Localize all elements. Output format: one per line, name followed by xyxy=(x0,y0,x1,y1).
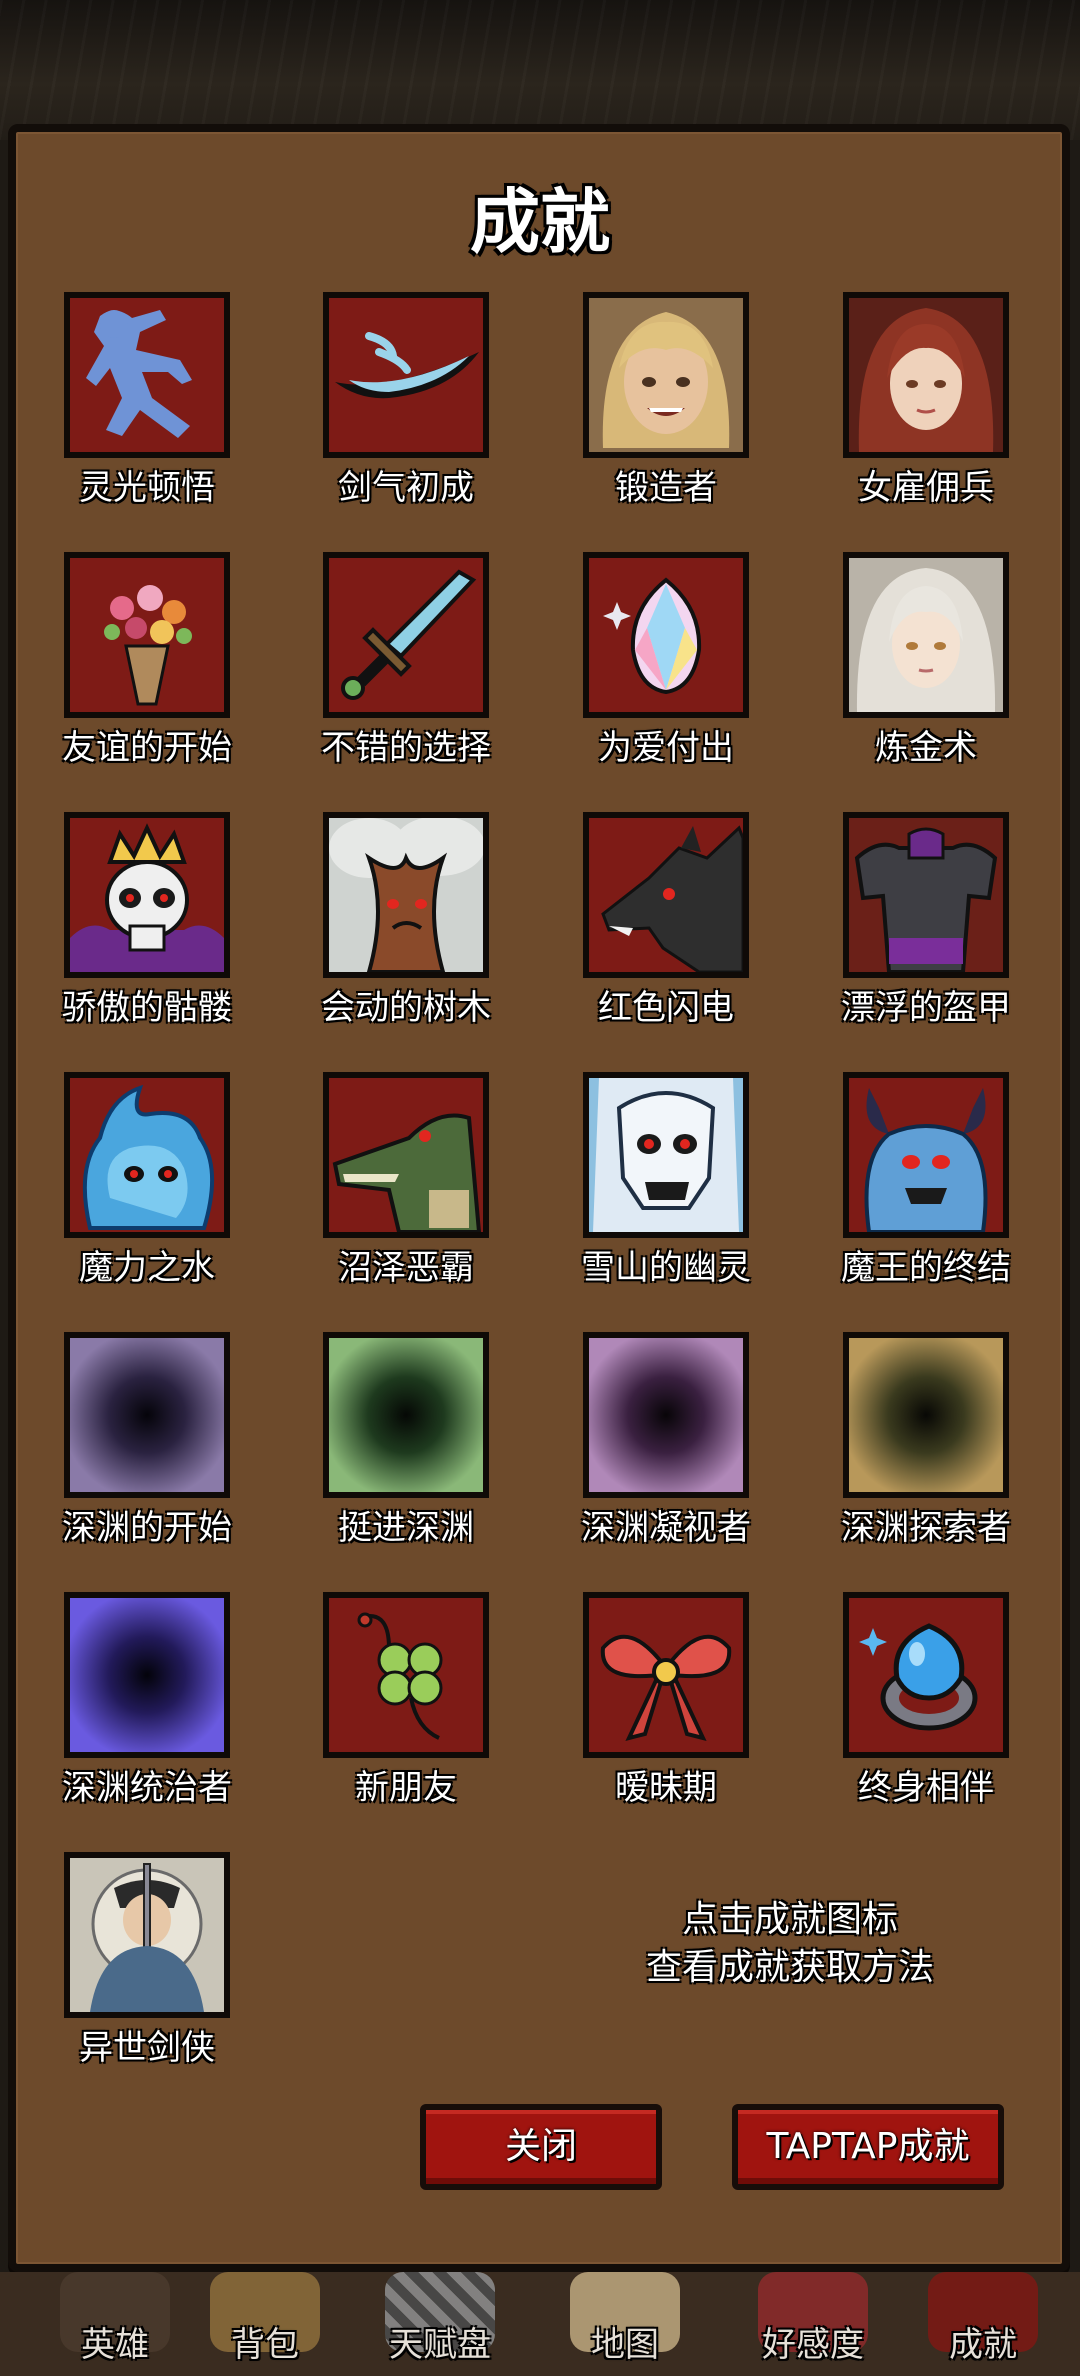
achievement-label: 为爱付出 xyxy=(598,728,734,768)
achievement-item[interactable]: 魔力之水 xyxy=(0,1072,260,1332)
achievement-item[interactable]: 红色闪电 xyxy=(519,812,779,1072)
crowned-skull-icon[interactable] xyxy=(64,812,230,978)
demon-king-icon[interactable] xyxy=(843,1072,1009,1238)
hint-text: 点击成就图标 查看成就获取方法 xyxy=(590,1896,990,1992)
abyss-portal-purple-icon[interactable] xyxy=(64,1332,230,1498)
tab-label: 地图 xyxy=(591,2325,659,2365)
achievement-label: 终身相伴 xyxy=(858,1768,994,1808)
abyss-portal-olive-icon[interactable] xyxy=(843,1332,1009,1498)
achievement-item[interactable]: 剑气初成 xyxy=(259,292,519,552)
achievement-label: 女雇佣兵 xyxy=(858,468,994,508)
achievement-label: 红色闪电 xyxy=(598,988,734,1028)
tab-map[interactable]: 地图 xyxy=(540,2272,710,2376)
achievement-label: 友谊的开始 xyxy=(62,728,232,768)
achievement-item[interactable]: 沼泽恶霸 xyxy=(259,1072,519,1332)
sword-wave-icon[interactable] xyxy=(323,292,489,458)
achievement-label: 深渊探索者 xyxy=(841,1508,1011,1548)
achievement-label: 新朋友 xyxy=(355,1768,457,1808)
floating-armor-icon[interactable] xyxy=(843,812,1009,978)
achievement-item[interactable]: 深渊凝视者 xyxy=(519,1332,779,1592)
achievement-item[interactable]: 锻造者 xyxy=(519,292,779,552)
achievement-label: 锻造者 xyxy=(615,468,717,508)
abyss-portal-violet-icon[interactable] xyxy=(583,1332,749,1498)
achievement-item[interactable]: 女雇佣兵 xyxy=(779,292,1039,552)
achievement-item[interactable]: 深渊的开始 xyxy=(0,1332,260,1592)
rainbow-crystal-icon[interactable] xyxy=(583,552,749,718)
achievement-item[interactable]: 漂浮的盔甲 xyxy=(779,812,1039,1072)
achievement-label: 漂浮的盔甲 xyxy=(841,988,1011,1028)
background-banner xyxy=(0,0,1080,140)
achievement-item[interactable]: 终身相伴 xyxy=(779,1592,1039,1852)
hint-line: 点击成就图标 xyxy=(681,1899,898,1940)
hint-line: 查看成就获取方法 xyxy=(645,1947,934,1988)
achievement-item[interactable]: 雪山的幽灵 xyxy=(519,1072,779,1332)
bottom-nav: 英雄 背包 天赋盘 地图 好感度 成就 xyxy=(0,2272,1080,2376)
tab-label: 背包 xyxy=(231,2325,299,2365)
four-leaf-clover-icon[interactable] xyxy=(323,1592,489,1758)
steel-sword-icon[interactable] xyxy=(323,552,489,718)
achievement-label: 灵光顿悟 xyxy=(79,468,215,508)
blue-gem-ring-icon[interactable] xyxy=(843,1592,1009,1758)
tab-label: 成就 xyxy=(949,2325,1017,2365)
abyss-portal-green-icon[interactable] xyxy=(323,1332,489,1498)
achievement-item[interactable]: 魔王的终结 xyxy=(779,1072,1039,1332)
achievement-item[interactable]: 异世剑侠 xyxy=(0,1852,260,2112)
swordsman-portrait[interactable] xyxy=(64,1852,230,2018)
crocodile-icon[interactable] xyxy=(323,1072,489,1238)
flower-bouquet-icon[interactable] xyxy=(64,552,230,718)
silver-haired-woman-portrait[interactable] xyxy=(843,552,1009,718)
achievement-item[interactable]: 深渊统治者 xyxy=(0,1592,260,1852)
achievement-label: 魔王的终结 xyxy=(841,1248,1011,1288)
achievement-item[interactable]: 深渊探索者 xyxy=(779,1332,1039,1592)
achievement-label: 异世剑侠 xyxy=(79,2028,215,2068)
tab-talent-board[interactable]: 天赋盘 xyxy=(355,2272,525,2376)
red-haired-woman-portrait[interactable] xyxy=(843,292,1009,458)
red-bow-icon[interactable] xyxy=(583,1592,749,1758)
achievement-item[interactable]: 新朋友 xyxy=(259,1592,519,1852)
achievement-item[interactable]: 不错的选择 xyxy=(259,552,519,812)
tab-label: 英雄 xyxy=(81,2325,149,2365)
achievement-label: 沼泽恶霸 xyxy=(338,1248,474,1288)
achievement-label: 骄傲的骷髅 xyxy=(62,988,232,1028)
achievement-label: 深渊凝视者 xyxy=(581,1508,751,1548)
achievement-item[interactable]: 友谊的开始 xyxy=(0,552,260,812)
tab-label: 天赋盘 xyxy=(389,2325,491,2365)
tab-label: 好感度 xyxy=(762,2325,864,2365)
achievement-item[interactable]: 暧昧期 xyxy=(519,1592,779,1852)
tab-affection[interactable]: 好感度 xyxy=(728,2272,898,2376)
achievement-item[interactable]: 灵光顿悟 xyxy=(0,292,260,552)
black-wolf-icon[interactable] xyxy=(583,812,749,978)
achievement-item[interactable]: 会动的树木 xyxy=(259,812,519,1072)
achievement-label: 暧昧期 xyxy=(615,1768,717,1808)
abyss-portal-blue-icon[interactable] xyxy=(64,1592,230,1758)
taptap-achievements-button[interactable]: TAPTAP成就 xyxy=(732,2104,1004,2190)
achievement-label: 深渊的开始 xyxy=(62,1508,232,1548)
achievement-item[interactable]: 骄傲的骷髅 xyxy=(0,812,260,1072)
tab-bag[interactable]: 背包 xyxy=(180,2272,350,2376)
achievement-label: 炼金术 xyxy=(875,728,977,768)
achievement-label: 挺进深渊 xyxy=(338,1508,474,1548)
achievement-item[interactable]: 炼金术 xyxy=(779,552,1039,812)
achievement-item[interactable]: 挺进深渊 xyxy=(259,1332,519,1592)
living-tree-icon[interactable] xyxy=(323,812,489,978)
blonde-hero-portrait[interactable] xyxy=(583,292,749,458)
close-button[interactable]: 关闭 xyxy=(420,2104,662,2190)
achievement-label: 会动的树木 xyxy=(321,988,491,1028)
water-spirit-icon[interactable] xyxy=(64,1072,230,1238)
page-title: 成就 xyxy=(470,181,610,263)
achievement-label: 不错的选择 xyxy=(321,728,491,768)
achievement-label: 雪山的幽灵 xyxy=(581,1248,751,1288)
fighter-silhouette-icon[interactable] xyxy=(64,292,230,458)
tab-hero[interactable]: 英雄 xyxy=(30,2272,200,2376)
achievement-item[interactable]: 为爱付出 xyxy=(519,552,779,812)
snow-ghost-icon[interactable] xyxy=(583,1072,749,1238)
tab-achievement[interactable]: 成就 xyxy=(898,2272,1068,2376)
achievement-label: 剑气初成 xyxy=(338,468,474,508)
achievement-label: 魔力之水 xyxy=(79,1248,215,1288)
achievement-label: 深渊统治者 xyxy=(62,1768,232,1808)
